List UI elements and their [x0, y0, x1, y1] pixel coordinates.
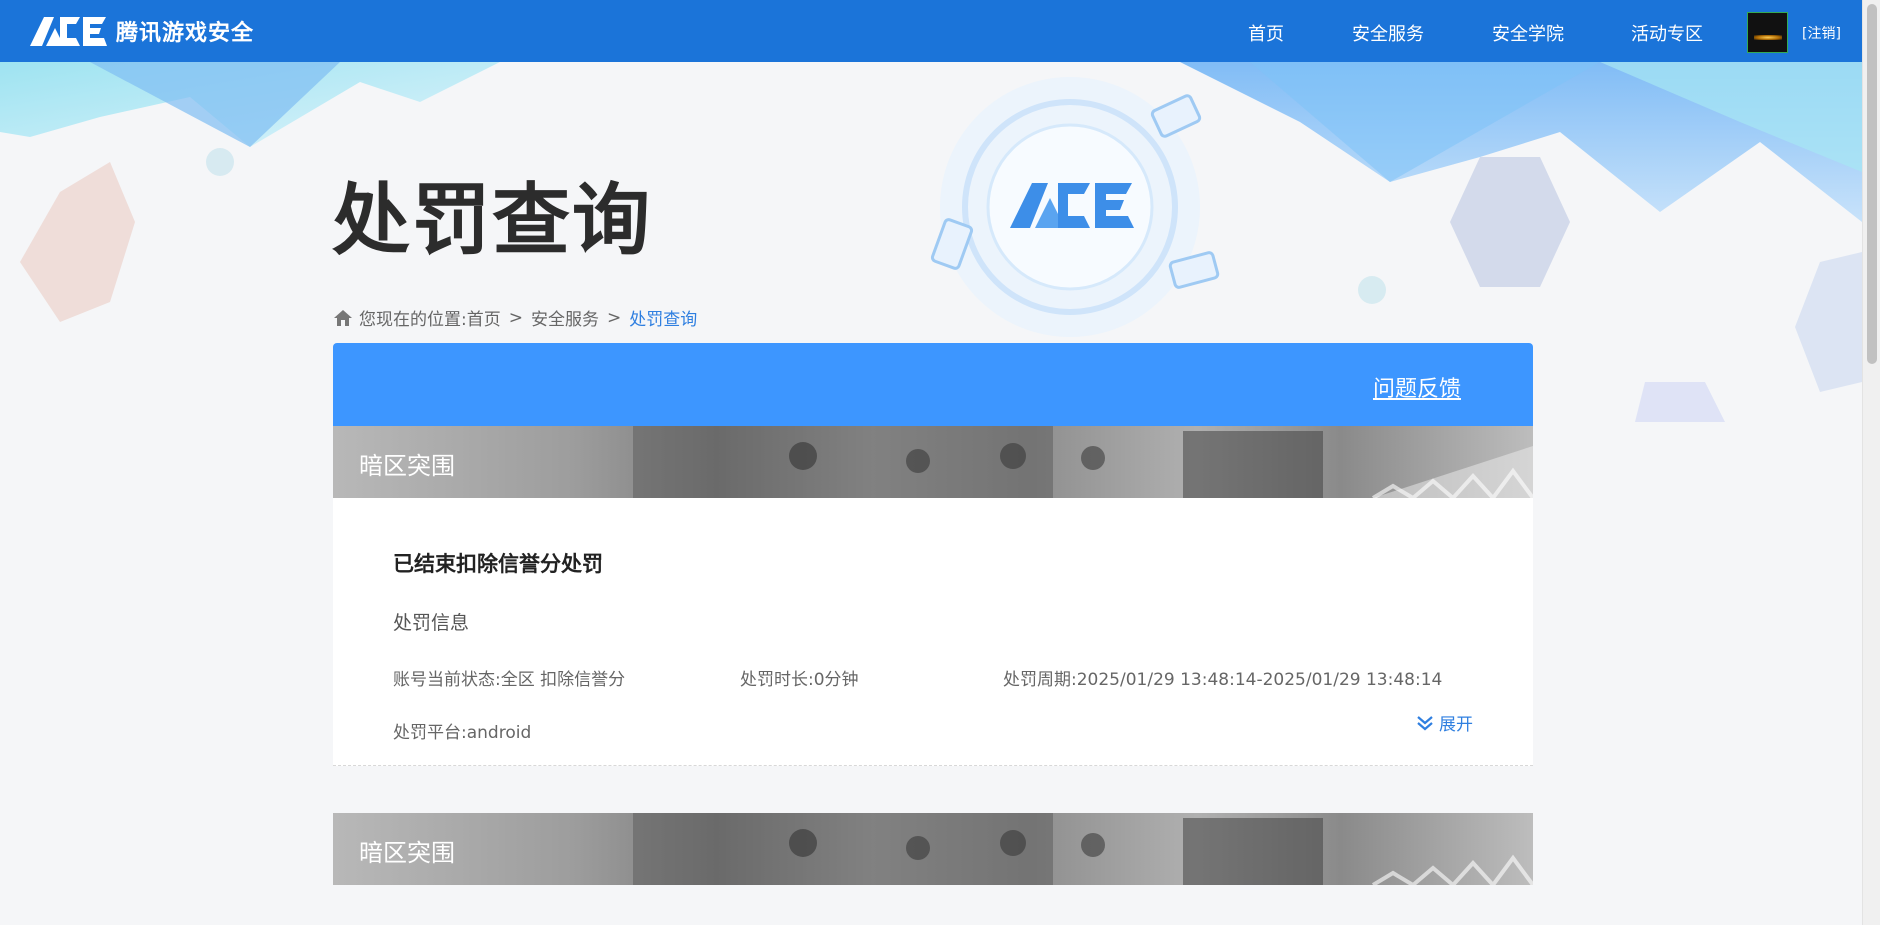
game-name: 暗区突围	[359, 839, 455, 867]
site-logo[interactable]: 腾讯游戏安全	[30, 14, 254, 48]
punishment-period: 处罚周期:2025/01/29 13:48:14-2025/01/29 13:4…	[1003, 670, 1443, 690]
record-subtitle: 处罚信息	[393, 612, 470, 634]
punishment-panel: 问题反馈 暗区突围 已结束扣除信誉分处罚 处罚信息 账号当前状态:全区 扣除信誉…	[333, 343, 1533, 925]
breadcrumb-home[interactable]: 首页	[467, 305, 501, 330]
game-banner-art	[633, 813, 1533, 885]
vertical-scrollbar[interactable]	[1862, 0, 1880, 925]
brand-name: 腾讯游戏安全	[116, 21, 255, 46]
breadcrumb-prefix: 您现在的位置:	[359, 310, 467, 330]
expand-label: 展开	[1439, 715, 1473, 735]
user-avatar[interactable]	[1747, 12, 1788, 53]
double-chevron-down-icon	[1417, 715, 1433, 730]
nav-security-academy[interactable]: 安全学院	[1492, 20, 1564, 46]
expand-button[interactable]: 展开	[1415, 710, 1473, 735]
scrollbar-thumb[interactable]	[1867, 4, 1877, 364]
nav-home[interactable]: 首页	[1248, 20, 1284, 46]
breadcrumb: 您现在的位置: 首页 > 安全服务 > 处罚查询	[333, 305, 697, 330]
ace-logo-icon	[30, 17, 107, 46]
breadcrumb-separator: >	[508, 307, 523, 328]
card-gap	[333, 766, 1533, 813]
nav-security-services[interactable]: 安全服务	[1352, 20, 1424, 46]
panel-header: 问题反馈	[333, 343, 1533, 426]
feedback-link[interactable]: 问题反馈	[1373, 371, 1461, 403]
record-details-row: 账号当前状态:全区 扣除信誉分 处罚时长:0分钟 处罚周期:2025/01/29…	[393, 665, 1473, 690]
game-banner-art	[633, 426, 1533, 498]
game-banner: 暗区突围	[333, 426, 1533, 498]
record-title: 已结束扣除信誉分处罚	[393, 552, 603, 576]
punishment-record-card: 已结束扣除信誉分处罚 处罚信息 账号当前状态:全区 扣除信誉分 处罚时长:0分钟…	[333, 498, 1533, 766]
punishment-platform: 处罚平台:android	[393, 723, 532, 743]
nav-events[interactable]: 活动专区	[1631, 20, 1703, 46]
account-status: 账号当前状态:全区 扣除信誉分	[393, 670, 626, 690]
game-name: 暗区突围	[359, 452, 455, 480]
page-title: 处罚查询	[332, 176, 653, 266]
home-icon	[334, 309, 352, 326]
top-navigation-bar: 腾讯游戏安全 首页 安全服务 安全学院 活动专区 [注销]	[0, 0, 1862, 62]
breadcrumb-separator: >	[606, 307, 622, 328]
hero-badge-logo	[1010, 178, 1135, 237]
page-root: 腾讯游戏安全 首页 安全服务 安全学院 活动专区 [注销] 处罚查询 您现在的位…	[0, 0, 1880, 925]
breadcrumb-security-services[interactable]: 安全服务	[531, 305, 599, 330]
punishment-duration: 处罚时长:0分钟	[740, 670, 859, 690]
game-banner: 暗区突围	[333, 813, 1533, 885]
breadcrumb-current[interactable]: 处罚查询	[629, 305, 697, 330]
logout-link[interactable]: [注销]	[1802, 23, 1841, 43]
